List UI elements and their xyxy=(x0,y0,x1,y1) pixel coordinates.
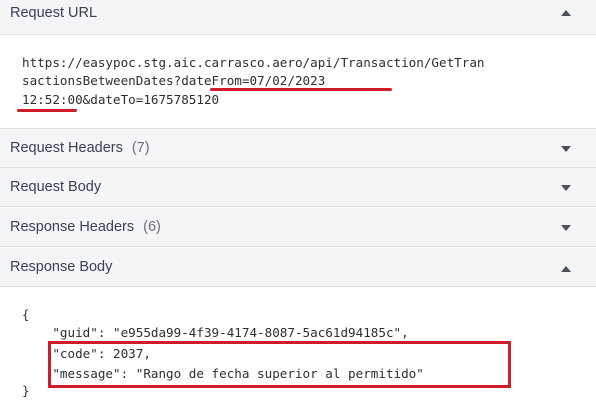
code-message-highlight-box xyxy=(48,341,511,388)
request-body-title: Request Body xyxy=(10,179,102,195)
response-body-title: Response Body xyxy=(10,259,113,275)
request-headers-count: (7) xyxy=(131,140,150,156)
response-body-header[interactable]: Response Body xyxy=(0,248,596,287)
json-close-brace: } xyxy=(22,383,30,398)
chevron-up-icon[interactable] xyxy=(561,265,571,273)
request-body-header[interactable]: Request Body xyxy=(0,168,596,207)
request-url-line-2: sactionsBetweenDates?dateFrom=07/02/2023 xyxy=(22,73,326,88)
chevron-down-icon[interactable] xyxy=(561,224,571,232)
chevron-up-icon[interactable] xyxy=(561,9,571,17)
response-headers-title: Response Headers xyxy=(10,219,135,235)
request-headers-header[interactable]: Request Headers (7) xyxy=(0,129,596,168)
response-headers-count: (6) xyxy=(143,219,161,235)
request-url-title: Request URL xyxy=(10,5,98,21)
date-time-underline xyxy=(17,109,77,112)
request-url-header[interactable]: Request URL xyxy=(0,0,596,35)
chevron-down-icon[interactable] xyxy=(561,145,571,153)
request-url-content: https://easypoc.stg.aic.carrasco.aero/ap… xyxy=(0,35,596,129)
request-url-line-3: 12:52:00&dateTo=1675785120 xyxy=(22,92,220,107)
response-headers-header[interactable]: Response Headers (6) xyxy=(0,208,596,247)
json-guid-line: "guid": "e955da99-4f39-4174-8087-5ac61d9… xyxy=(22,325,409,340)
request-headers-title: Request Headers xyxy=(10,140,123,156)
json-open-brace: { xyxy=(22,308,30,322)
response-body-content: { "guid": "e955da99-4f39-4174-8087-5ac61… xyxy=(0,287,596,418)
date-from-underline xyxy=(210,88,392,91)
chevron-down-icon[interactable] xyxy=(561,184,571,192)
request-url-line-1: https://easypoc.stg.aic.carrasco.aero/ap… xyxy=(22,55,485,70)
